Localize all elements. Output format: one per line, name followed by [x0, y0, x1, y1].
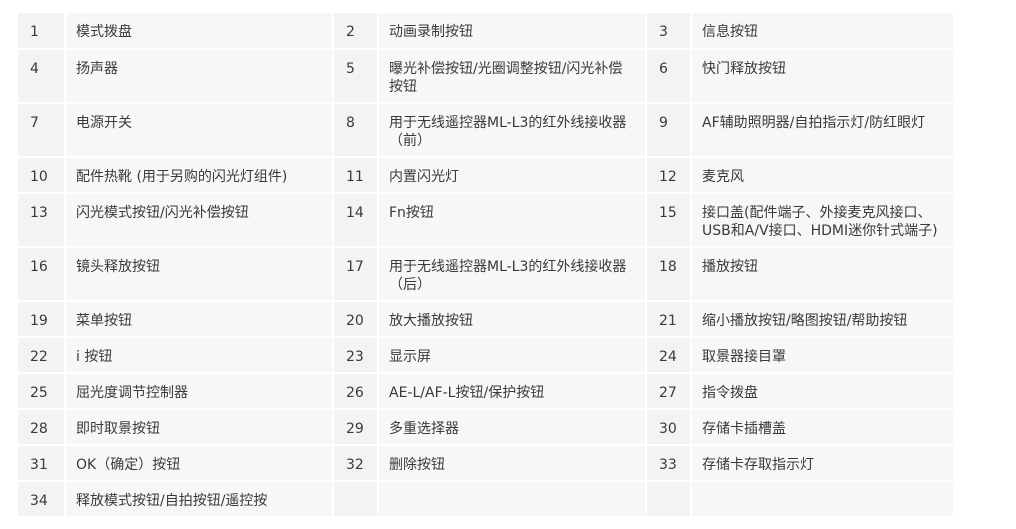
part-number: 27 — [646, 373, 692, 410]
part-name: 扬声器 — [65, 49, 334, 104]
part-name: 菜单按钮 — [65, 301, 334, 338]
part-number: 33 — [646, 445, 692, 482]
table-row: 31 OK（确定）按钮 32 删除按钮 33 存储卡存取指示灯 — [18, 445, 955, 482]
part-name: 删除按钮 — [378, 445, 647, 482]
table-row: 25 屈光度调节控制器 26 AE-L/AF-L按钮/保护按钮 27 指令拨盘 — [18, 373, 955, 410]
part-number: 16 — [18, 247, 66, 302]
part-name: 闪光模式按钮/闪光补偿按钮 — [65, 193, 334, 248]
table-row: 19 菜单按钮 20 放大播放按钮 21 缩小播放按钮/略图按钮/帮助按钮 — [18, 301, 955, 338]
table-row: 4 扬声器 5 曝光补偿按钮/光圈调整按钮/闪光补偿按钮 6 快门释放按钮 — [18, 49, 955, 104]
part-number: 28 — [18, 409, 66, 446]
part-name: 存储卡插槽盖 — [691, 409, 955, 446]
part-name: 镜头释放按钮 — [65, 247, 334, 302]
part-name: 指令拨盘 — [691, 373, 955, 410]
part-number: 25 — [18, 373, 66, 410]
part-name: 缩小播放按钮/略图按钮/帮助按钮 — [691, 301, 955, 338]
table-row: 16 镜头释放按钮 17 用于无线遥控器ML-L3的红外线接收器（后） 18 播… — [18, 247, 955, 302]
part-name: 存储卡存取指示灯 — [691, 445, 955, 482]
part-number: 29 — [333, 409, 379, 446]
part-name: 即时取景按钮 — [65, 409, 334, 446]
part-name: 麦克风 — [691, 157, 955, 194]
empty-cell — [333, 481, 379, 518]
part-name: Fn按钮 — [378, 193, 647, 248]
part-number: 7 — [18, 103, 66, 158]
part-name: 用于无线遥控器ML-L3的红外线接收器（后） — [378, 247, 647, 302]
part-number: 15 — [646, 193, 692, 248]
part-name: AE-L/AF-L按钮/保护按钮 — [378, 373, 647, 410]
part-number: 1 — [18, 13, 66, 50]
part-name: 放大播放按钮 — [378, 301, 647, 338]
part-number: 21 — [646, 301, 692, 338]
part-name: 电源开关 — [65, 103, 334, 158]
part-name: 内置闪光灯 — [378, 157, 647, 194]
part-number: 34 — [18, 481, 66, 518]
table-row: 1 模式拨盘 2 动画录制按钮 3 信息按钮 — [18, 13, 955, 50]
part-name: 多重选择器 — [378, 409, 647, 446]
part-number: 22 — [18, 337, 66, 374]
empty-cell — [691, 481, 955, 518]
part-name: 释放模式按钮/自拍按钮/遥控按 — [65, 481, 334, 518]
part-number: 9 — [646, 103, 692, 158]
part-number: 18 — [646, 247, 692, 302]
table-row: 13 闪光模式按钮/闪光补偿按钮 14 Fn按钮 15 接口盖(配件端子、外接麦… — [18, 193, 955, 248]
part-name: 信息按钮 — [691, 13, 955, 50]
part-number: 3 — [646, 13, 692, 50]
table-row: 28 即时取景按钮 29 多重选择器 30 存储卡插槽盖 — [18, 409, 955, 446]
table-row: 34 释放模式按钮/自拍按钮/遥控按 — [18, 481, 955, 518]
part-number: 30 — [646, 409, 692, 446]
part-name: OK（确定）按钮 — [65, 445, 334, 482]
empty-cell — [646, 481, 692, 518]
part-number: 2 — [333, 13, 379, 50]
part-name: 配件热靴 (用于另购的闪光灯组件) — [65, 157, 334, 194]
table-row: 7 电源开关 8 用于无线遥控器ML-L3的红外线接收器（前） 9 AF辅助照明… — [18, 103, 955, 158]
part-number: 12 — [646, 157, 692, 194]
parts-table: 1 模式拨盘 2 动画录制按钮 3 信息按钮 4 扬声器 5 曝光补偿按钮/光圈… — [18, 13, 955, 518]
part-number: 6 — [646, 49, 692, 104]
part-number: 8 — [333, 103, 379, 158]
part-name: 模式拨盘 — [65, 13, 334, 50]
part-name: 动画录制按钮 — [378, 13, 647, 50]
part-name: 用于无线遥控器ML-L3的红外线接收器（前） — [378, 103, 647, 158]
part-name: AF辅助照明器/自拍指示灯/防红眼灯 — [691, 103, 955, 158]
part-number: 32 — [333, 445, 379, 482]
part-name: 曝光补偿按钮/光圈调整按钮/闪光补偿按钮 — [378, 49, 647, 104]
part-number: 19 — [18, 301, 66, 338]
part-name: 播放按钮 — [691, 247, 955, 302]
part-number: 13 — [18, 193, 66, 248]
part-number: 11 — [333, 157, 379, 194]
part-number: 10 — [18, 157, 66, 194]
part-name: 快门释放按钮 — [691, 49, 955, 104]
part-number: 5 — [333, 49, 379, 104]
table-row: 10 配件热靴 (用于另购的闪光灯组件) 11 内置闪光灯 12 麦克风 — [18, 157, 955, 194]
part-name: 显示屏 — [378, 337, 647, 374]
table-row: 22 i 按钮 23 显示屏 24 取景器接目罩 — [18, 337, 955, 374]
part-number: 20 — [333, 301, 379, 338]
part-name: 屈光度调节控制器 — [65, 373, 334, 410]
part-number: 24 — [646, 337, 692, 374]
part-number: 14 — [333, 193, 379, 248]
part-number: 26 — [333, 373, 379, 410]
part-number: 4 — [18, 49, 66, 104]
part-name: 接口盖(配件端子、外接麦克风接口、USB和A/V接口、HDMI迷你针式端子) — [691, 193, 955, 248]
part-name: 取景器接目罩 — [691, 337, 955, 374]
empty-cell — [378, 481, 647, 518]
part-name: i 按钮 — [65, 337, 334, 374]
part-number: 23 — [333, 337, 379, 374]
part-number: 17 — [333, 247, 379, 302]
part-number: 31 — [18, 445, 66, 482]
